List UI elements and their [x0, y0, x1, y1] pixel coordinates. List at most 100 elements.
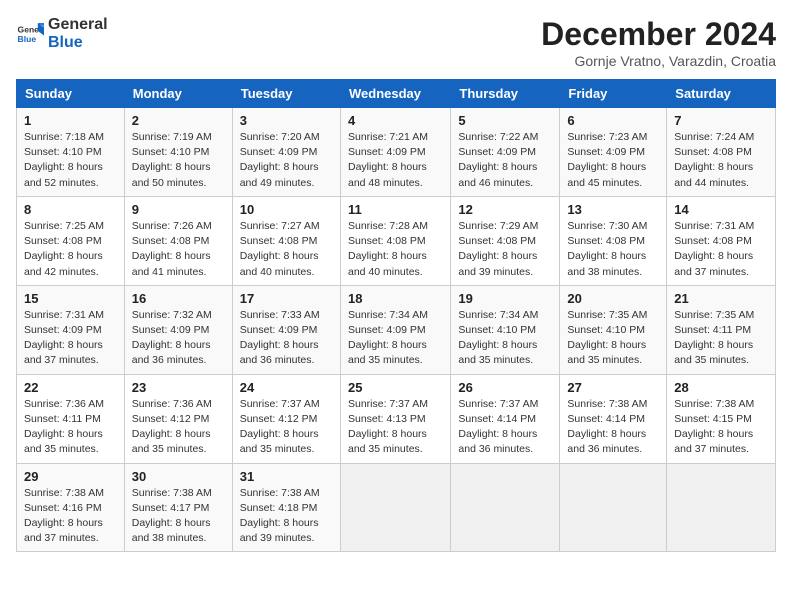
day-cell: 13 Sunrise: 7:30 AMSunset: 4:08 PMDaylig… [560, 196, 667, 285]
day-cell: 20 Sunrise: 7:35 AMSunset: 4:10 PMDaylig… [560, 285, 667, 374]
day-detail: Sunrise: 7:27 AMSunset: 4:08 PMDaylight:… [240, 220, 320, 278]
day-number: 27 [567, 380, 659, 395]
day-detail: Sunrise: 7:33 AMSunset: 4:09 PMDaylight:… [240, 309, 320, 367]
day-detail: Sunrise: 7:37 AMSunset: 4:13 PMDaylight:… [348, 398, 428, 456]
logo: General Blue General Blue [16, 16, 108, 51]
day-cell: 5 Sunrise: 7:22 AMSunset: 4:09 PMDayligh… [451, 108, 560, 197]
day-number: 19 [458, 291, 552, 306]
day-detail: Sunrise: 7:37 AMSunset: 4:14 PMDaylight:… [458, 398, 538, 456]
day-cell: 11 Sunrise: 7:28 AMSunset: 4:08 PMDaylig… [340, 196, 450, 285]
day-detail: Sunrise: 7:28 AMSunset: 4:08 PMDaylight:… [348, 220, 428, 278]
day-number: 22 [24, 380, 117, 395]
day-cell [667, 463, 776, 552]
day-detail: Sunrise: 7:23 AMSunset: 4:09 PMDaylight:… [567, 131, 647, 189]
day-detail: Sunrise: 7:36 AMSunset: 4:11 PMDaylight:… [24, 398, 104, 456]
day-number: 10 [240, 202, 333, 217]
svg-text:Blue: Blue [18, 33, 37, 43]
day-cell: 24 Sunrise: 7:37 AMSunset: 4:12 PMDaylig… [232, 374, 340, 463]
day-detail: Sunrise: 7:19 AMSunset: 4:10 PMDaylight:… [132, 131, 212, 189]
day-cell [560, 463, 667, 552]
location-subtitle: Gornje Vratno, Varazdin, Croatia [541, 53, 776, 69]
page-header: General Blue General Blue December 2024 … [16, 16, 776, 69]
day-cell: 26 Sunrise: 7:37 AMSunset: 4:14 PMDaylig… [451, 374, 560, 463]
day-number: 16 [132, 291, 225, 306]
day-detail: Sunrise: 7:37 AMSunset: 4:12 PMDaylight:… [240, 398, 320, 456]
column-header-row: SundayMondayTuesdayWednesdayThursdayFrid… [17, 80, 776, 108]
day-cell: 4 Sunrise: 7:21 AMSunset: 4:09 PMDayligh… [340, 108, 450, 197]
day-number: 6 [567, 113, 659, 128]
day-number: 20 [567, 291, 659, 306]
day-cell: 3 Sunrise: 7:20 AMSunset: 4:09 PMDayligh… [232, 108, 340, 197]
day-detail: Sunrise: 7:35 AMSunset: 4:11 PMDaylight:… [674, 309, 754, 367]
day-cell [340, 463, 450, 552]
column-header-thursday: Thursday [451, 80, 560, 108]
day-number: 13 [567, 202, 659, 217]
day-cell: 1 Sunrise: 7:18 AMSunset: 4:10 PMDayligh… [17, 108, 125, 197]
day-number: 25 [348, 380, 443, 395]
week-row-1: 1 Sunrise: 7:18 AMSunset: 4:10 PMDayligh… [17, 108, 776, 197]
day-number: 24 [240, 380, 333, 395]
day-cell: 28 Sunrise: 7:38 AMSunset: 4:15 PMDaylig… [667, 374, 776, 463]
day-cell: 30 Sunrise: 7:38 AMSunset: 4:17 PMDaylig… [124, 463, 232, 552]
day-number: 5 [458, 113, 552, 128]
day-detail: Sunrise: 7:31 AMSunset: 4:08 PMDaylight:… [674, 220, 754, 278]
day-detail: Sunrise: 7:30 AMSunset: 4:08 PMDaylight:… [567, 220, 647, 278]
day-cell: 19 Sunrise: 7:34 AMSunset: 4:10 PMDaylig… [451, 285, 560, 374]
day-detail: Sunrise: 7:29 AMSunset: 4:08 PMDaylight:… [458, 220, 538, 278]
column-header-tuesday: Tuesday [232, 80, 340, 108]
title-area: December 2024 Gornje Vratno, Varazdin, C… [541, 16, 776, 69]
day-cell: 7 Sunrise: 7:24 AMSunset: 4:08 PMDayligh… [667, 108, 776, 197]
day-number: 9 [132, 202, 225, 217]
day-cell: 25 Sunrise: 7:37 AMSunset: 4:13 PMDaylig… [340, 374, 450, 463]
day-number: 18 [348, 291, 443, 306]
day-detail: Sunrise: 7:38 AMSunset: 4:16 PMDaylight:… [24, 487, 104, 545]
week-row-3: 15 Sunrise: 7:31 AMSunset: 4:09 PMDaylig… [17, 285, 776, 374]
day-cell: 10 Sunrise: 7:27 AMSunset: 4:08 PMDaylig… [232, 196, 340, 285]
day-detail: Sunrise: 7:26 AMSunset: 4:08 PMDaylight:… [132, 220, 212, 278]
day-detail: Sunrise: 7:20 AMSunset: 4:09 PMDaylight:… [240, 131, 320, 189]
day-cell: 27 Sunrise: 7:38 AMSunset: 4:14 PMDaylig… [560, 374, 667, 463]
day-detail: Sunrise: 7:35 AMSunset: 4:10 PMDaylight:… [567, 309, 647, 367]
day-cell: 6 Sunrise: 7:23 AMSunset: 4:09 PMDayligh… [560, 108, 667, 197]
day-number: 21 [674, 291, 768, 306]
day-number: 2 [132, 113, 225, 128]
logo-general-text: General [48, 16, 108, 34]
day-cell: 31 Sunrise: 7:38 AMSunset: 4:18 PMDaylig… [232, 463, 340, 552]
day-number: 8 [24, 202, 117, 217]
day-cell: 16 Sunrise: 7:32 AMSunset: 4:09 PMDaylig… [124, 285, 232, 374]
day-number: 7 [674, 113, 768, 128]
day-detail: Sunrise: 7:34 AMSunset: 4:09 PMDaylight:… [348, 309, 428, 367]
day-cell: 15 Sunrise: 7:31 AMSunset: 4:09 PMDaylig… [17, 285, 125, 374]
day-detail: Sunrise: 7:22 AMSunset: 4:09 PMDaylight:… [458, 131, 538, 189]
column-header-friday: Friday [560, 80, 667, 108]
day-detail: Sunrise: 7:36 AMSunset: 4:12 PMDaylight:… [132, 398, 212, 456]
logo-blue-text: Blue [48, 34, 108, 52]
day-detail: Sunrise: 7:32 AMSunset: 4:09 PMDaylight:… [132, 309, 212, 367]
week-row-2: 8 Sunrise: 7:25 AMSunset: 4:08 PMDayligh… [17, 196, 776, 285]
week-row-5: 29 Sunrise: 7:38 AMSunset: 4:16 PMDaylig… [17, 463, 776, 552]
day-cell: 21 Sunrise: 7:35 AMSunset: 4:11 PMDaylig… [667, 285, 776, 374]
day-number: 28 [674, 380, 768, 395]
day-cell: 18 Sunrise: 7:34 AMSunset: 4:09 PMDaylig… [340, 285, 450, 374]
day-number: 17 [240, 291, 333, 306]
column-header-sunday: Sunday [17, 80, 125, 108]
day-cell: 22 Sunrise: 7:36 AMSunset: 4:11 PMDaylig… [17, 374, 125, 463]
day-cell: 12 Sunrise: 7:29 AMSunset: 4:08 PMDaylig… [451, 196, 560, 285]
column-header-saturday: Saturday [667, 80, 776, 108]
day-number: 14 [674, 202, 768, 217]
day-detail: Sunrise: 7:25 AMSunset: 4:08 PMDaylight:… [24, 220, 104, 278]
day-cell: 17 Sunrise: 7:33 AMSunset: 4:09 PMDaylig… [232, 285, 340, 374]
day-number: 4 [348, 113, 443, 128]
day-number: 11 [348, 202, 443, 217]
column-header-monday: Monday [124, 80, 232, 108]
day-number: 31 [240, 469, 333, 484]
day-detail: Sunrise: 7:34 AMSunset: 4:10 PMDaylight:… [458, 309, 538, 367]
logo-icon: General Blue [16, 20, 44, 48]
day-cell: 8 Sunrise: 7:25 AMSunset: 4:08 PMDayligh… [17, 196, 125, 285]
day-cell: 2 Sunrise: 7:19 AMSunset: 4:10 PMDayligh… [124, 108, 232, 197]
day-detail: Sunrise: 7:31 AMSunset: 4:09 PMDaylight:… [24, 309, 104, 367]
day-detail: Sunrise: 7:38 AMSunset: 4:14 PMDaylight:… [567, 398, 647, 456]
day-number: 15 [24, 291, 117, 306]
day-cell: 29 Sunrise: 7:38 AMSunset: 4:16 PMDaylig… [17, 463, 125, 552]
day-detail: Sunrise: 7:24 AMSunset: 4:08 PMDaylight:… [674, 131, 754, 189]
